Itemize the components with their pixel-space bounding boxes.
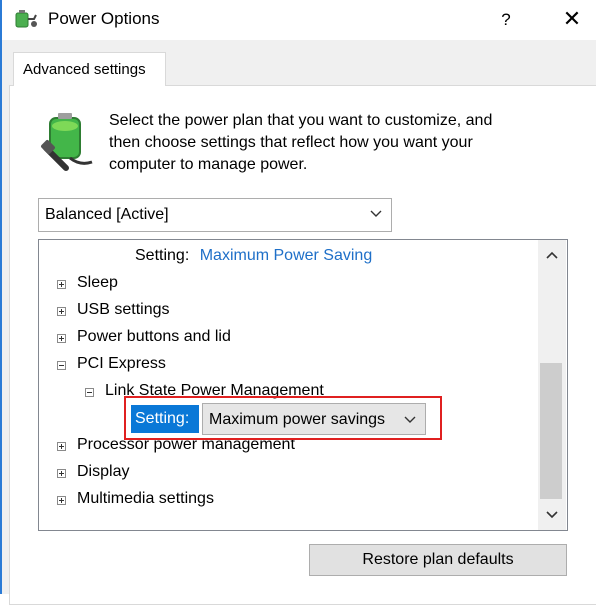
intro-line-3: computer to manage power. <box>109 156 308 173</box>
tab-label: Advanced settings <box>23 61 146 78</box>
intro-line-2: then choose settings that reflect how yo… <box>109 134 473 151</box>
settings-tree[interactable]: Setting: Maximum Power Saving Sleep USB … <box>38 239 568 531</box>
collapse-icon[interactable] <box>57 361 66 370</box>
window-title: Power Options <box>48 9 160 28</box>
scroll-thumb[interactable] <box>540 363 562 499</box>
tree-item-pci-express[interactable]: PCI Express <box>77 355 166 373</box>
expand-icon[interactable] <box>57 469 66 478</box>
help-button[interactable]: ? <box>484 4 528 36</box>
intro-line-1: Select the power plan that you want to c… <box>109 112 493 129</box>
tree-item-display[interactable]: Display <box>77 463 129 481</box>
battery-plug-icon <box>41 113 93 171</box>
power-plan-value: Balanced [Active] <box>45 206 169 223</box>
tree-item-usb-settings[interactable]: USB settings <box>77 301 169 319</box>
tab-advanced-settings[interactable]: Advanced settings <box>13 52 166 86</box>
title-bar: Power Options ? ✕ <box>2 0 596 40</box>
collapse-icon[interactable] <box>85 388 94 397</box>
close-button[interactable]: ✕ <box>550 4 594 36</box>
expand-icon[interactable] <box>57 334 66 343</box>
power-plan-dropdown[interactable]: Balanced [Active] <box>38 198 392 232</box>
expand-icon[interactable] <box>57 442 66 451</box>
scroll-up-icon[interactable] <box>538 244 566 266</box>
top-setting-label: Setting: <box>135 247 190 264</box>
tree-item-multimedia[interactable]: Multimedia settings <box>77 490 214 508</box>
expand-icon[interactable] <box>57 496 66 505</box>
tree-item-power-buttons[interactable]: Power buttons and lid <box>77 328 231 346</box>
power-options-icon <box>15 10 37 28</box>
tree-scrollbar[interactable] <box>538 240 566 530</box>
expand-icon[interactable] <box>57 307 66 316</box>
top-setting-row: Setting: Maximum Power Saving <box>135 247 372 265</box>
tree-item-sleep[interactable]: Sleep <box>77 274 118 292</box>
intro-text: Select the power plan that you want to c… <box>109 110 569 176</box>
highlight-annotation <box>124 396 442 440</box>
expand-icon[interactable] <box>57 280 66 289</box>
top-setting-value[interactable]: Maximum Power Saving <box>200 247 373 264</box>
scroll-down-icon[interactable] <box>538 504 566 526</box>
restore-plan-defaults-button[interactable]: Restore plan defaults <box>309 544 567 576</box>
chevron-down-icon <box>370 210 382 217</box>
